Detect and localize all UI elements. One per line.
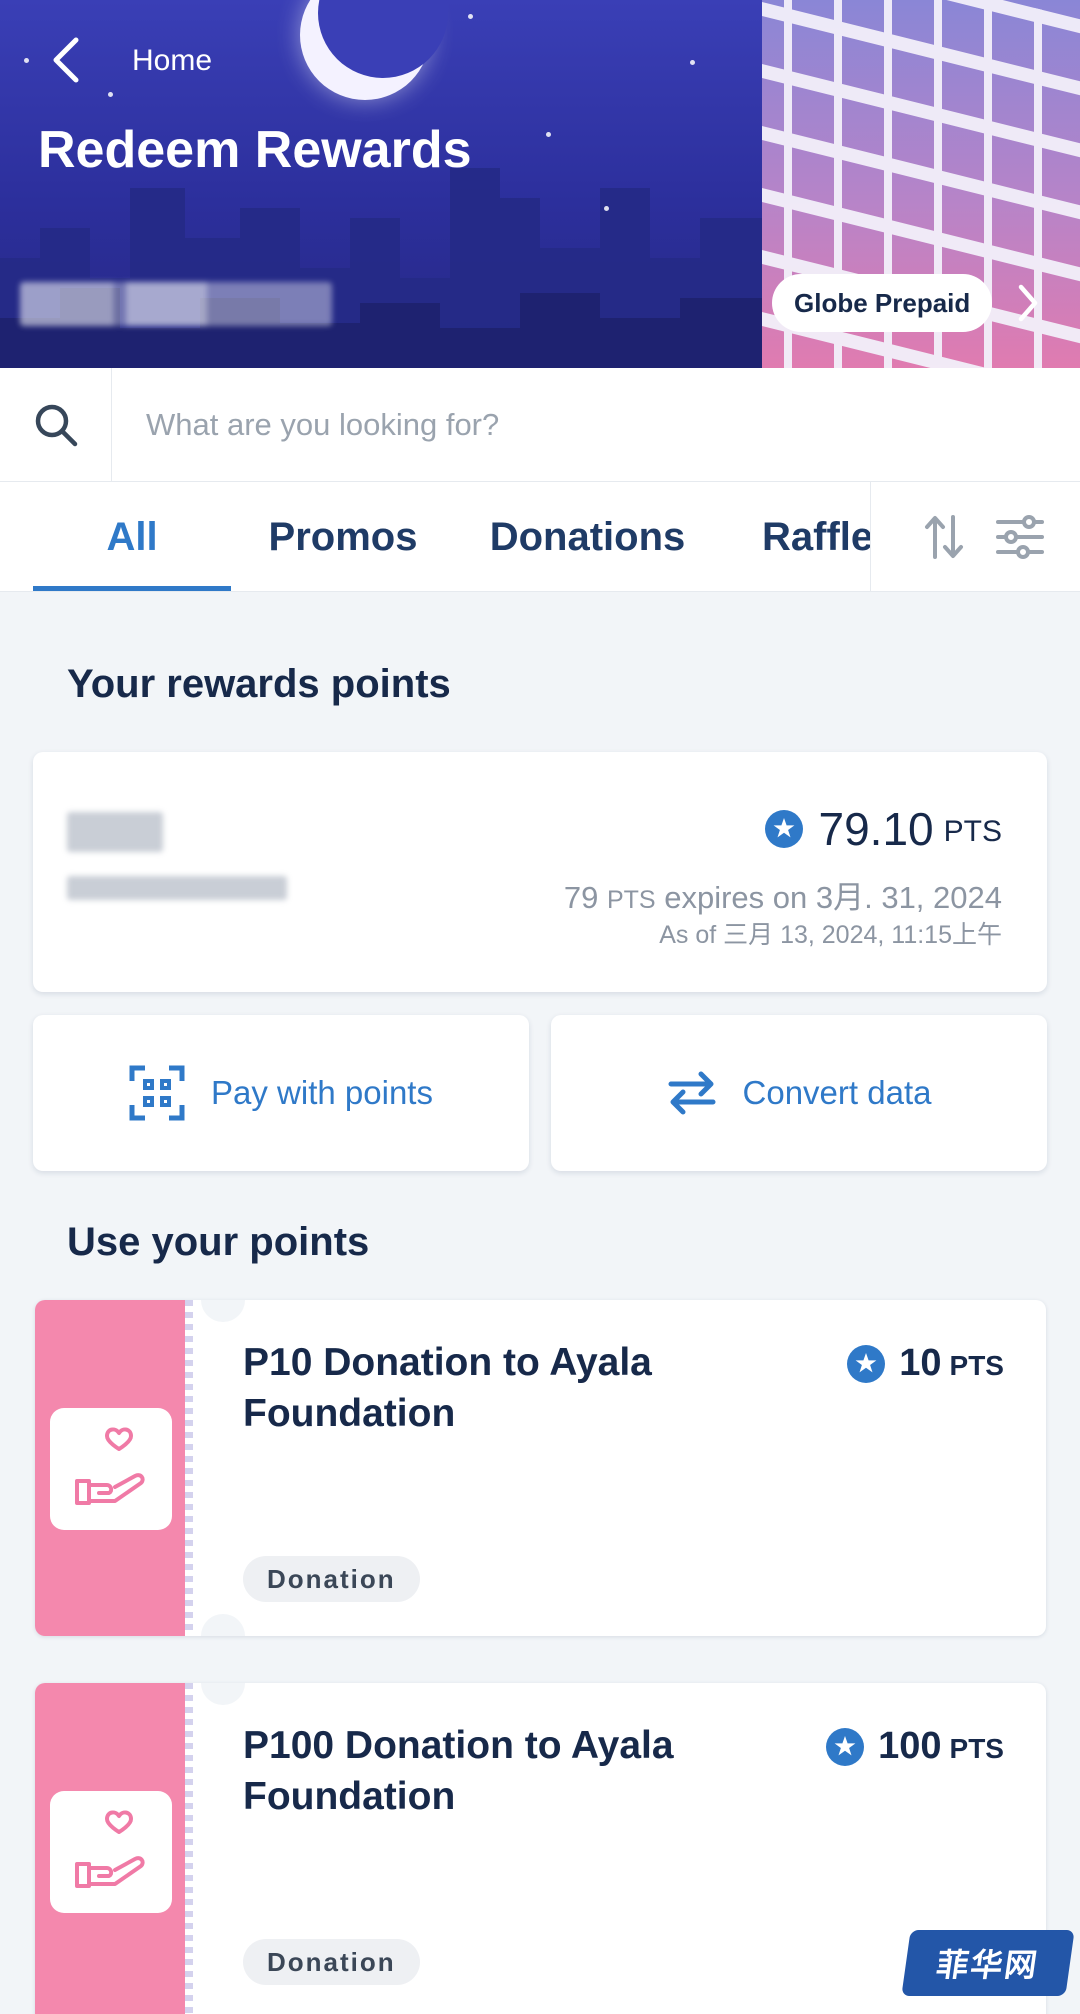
qr-scan-icon bbox=[129, 1065, 185, 1121]
sort-icon bbox=[925, 515, 963, 559]
masked-account-number bbox=[20, 282, 332, 326]
points-star-icon bbox=[847, 1344, 886, 1383]
convert-arrows-icon bbox=[668, 1071, 716, 1115]
reward-icon-box bbox=[50, 1408, 172, 1530]
pay-with-points-label: Pay with points bbox=[211, 1074, 433, 1111]
reward-category-badge: Donation bbox=[243, 1939, 420, 1985]
reward-card[interactable]: P100 Donation to Ayala Foundation 100 PT… bbox=[35, 1683, 1046, 2014]
points-as-of: As of 三月 13, 2024, 11:15上午 bbox=[659, 921, 1002, 949]
reward-points: 100 PTS bbox=[826, 1725, 1004, 1768]
account-brand-pill[interactable]: Globe Prepaid bbox=[772, 274, 993, 332]
convert-data-button[interactable]: Convert data bbox=[551, 1015, 1047, 1171]
back-button[interactable] bbox=[40, 30, 90, 90]
tab-promos[interactable]: Promos bbox=[248, 482, 438, 591]
tab-tools bbox=[870, 482, 1080, 591]
page-title: Redeem Rewards bbox=[38, 121, 472, 179]
reward-title: P100 Donation to Ayala Foundation bbox=[243, 1724, 674, 1818]
header-banner: Home Redeem Rewards Globe Prepaid bbox=[0, 0, 1080, 368]
pay-with-points-button[interactable]: Pay with points bbox=[33, 1015, 529, 1171]
use-points-heading: Use your points bbox=[67, 1220, 370, 1264]
points-expiry: 79 PTS expires on 3月. 31, 2024 bbox=[563, 880, 1002, 915]
sort-button[interactable] bbox=[917, 510, 971, 564]
reward-points: 10 PTS bbox=[847, 1342, 1004, 1385]
rewards-points-heading: Your rewards points bbox=[67, 662, 451, 706]
donation-hand-heart-icon bbox=[75, 1427, 145, 1505]
donation-hand-heart-icon bbox=[75, 1810, 145, 1888]
masked-account-detail bbox=[67, 876, 287, 900]
points-value: 79.10 bbox=[818, 803, 934, 855]
search-button[interactable] bbox=[0, 368, 112, 482]
reward-title: P10 Donation to Ayala Foundation bbox=[243, 1341, 652, 1435]
tab-all[interactable]: All bbox=[33, 482, 231, 591]
points-star-icon bbox=[826, 1727, 865, 1766]
account-switch-button[interactable] bbox=[1010, 280, 1046, 326]
chevron-left-icon bbox=[53, 37, 79, 83]
active-tab-indicator bbox=[33, 586, 231, 591]
category-tabs: All Promos Donations Raffles bbox=[0, 482, 1080, 592]
reward-category-badge: Donation bbox=[243, 1556, 420, 1602]
search-input[interactable] bbox=[112, 368, 1080, 482]
reward-icon-box bbox=[50, 1791, 172, 1913]
tab-donations[interactable]: Donations bbox=[470, 482, 705, 591]
masked-account-name bbox=[67, 812, 163, 852]
points-unit: PTS bbox=[943, 815, 1002, 848]
back-label[interactable]: Home bbox=[132, 44, 212, 78]
points-card: 79.10 PTS 79 PTS expires on 3月. 31, 2024… bbox=[33, 752, 1047, 992]
watermark-logo: 菲华网 bbox=[901, 1930, 1075, 1996]
search-icon bbox=[35, 404, 77, 447]
points-star-icon bbox=[764, 810, 803, 848]
chevron-right-icon bbox=[1018, 284, 1038, 322]
points-balance: 79.10 PTS bbox=[764, 802, 1002, 856]
reward-card[interactable]: P10 Donation to Ayala Foundation 10 PTS … bbox=[35, 1300, 1046, 1636]
search-bar bbox=[0, 368, 1080, 482]
filter-button[interactable] bbox=[993, 510, 1047, 564]
convert-data-label: Convert data bbox=[742, 1074, 932, 1111]
filter-sliders-icon bbox=[996, 515, 1044, 559]
